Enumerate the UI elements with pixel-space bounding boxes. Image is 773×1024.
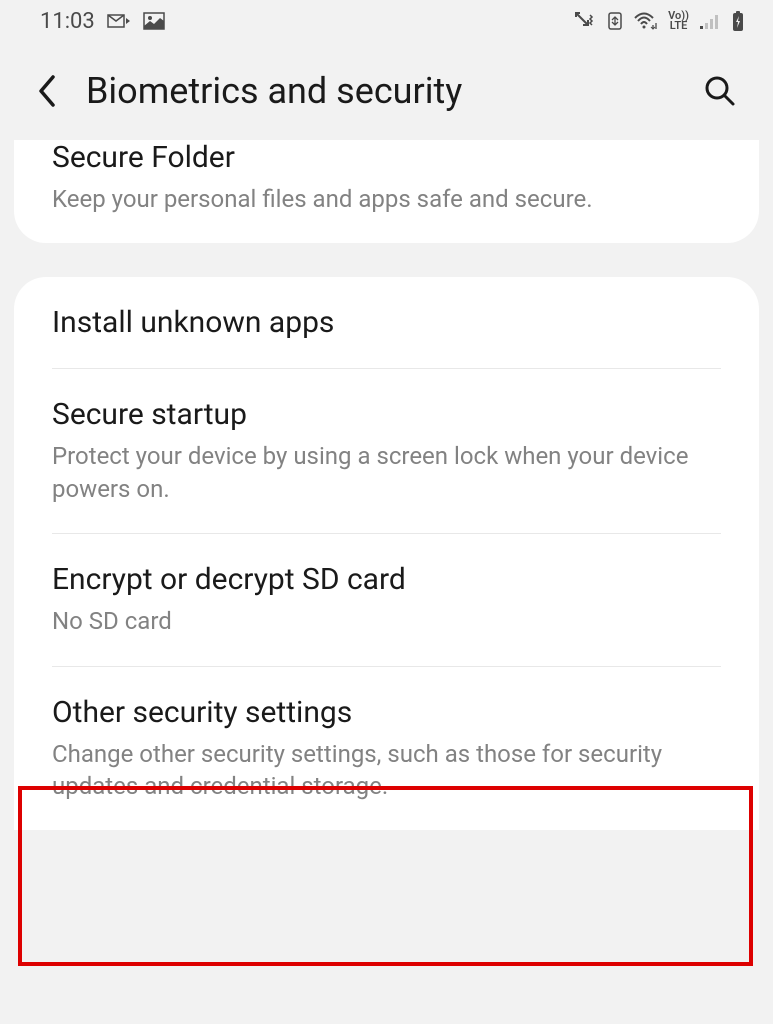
- settings-item-install-unknown[interactable]: Install unknown apps: [14, 277, 759, 368]
- item-subtitle: No SD card: [52, 605, 721, 637]
- item-title: Install unknown apps: [52, 305, 721, 340]
- item-title: Secure startup: [52, 397, 721, 432]
- mail-icon: [107, 12, 131, 30]
- status-right: Vo)) LTE: [574, 10, 745, 32]
- settings-item-secure-folder[interactable]: Secure Folder Keep your personal files a…: [14, 140, 759, 243]
- header: Biometrics and security: [0, 42, 773, 140]
- battery-charging-icon: [731, 10, 745, 32]
- status-time: 11:03: [40, 9, 95, 34]
- status-left: 11:03: [40, 9, 165, 34]
- settings-item-encrypt-sd[interactable]: Encrypt or decrypt SD card No SD card: [14, 534, 759, 665]
- settings-card-1: Secure Folder Keep your personal files a…: [14, 140, 759, 243]
- vibrate-icon: [574, 11, 596, 31]
- signal-icon: [699, 12, 721, 30]
- settings-card-2: Install unknown apps Secure startup Prot…: [14, 277, 759, 830]
- settings-item-other-security[interactable]: Other security settings Change other sec…: [14, 667, 759, 831]
- item-subtitle: Protect your device by using a screen lo…: [52, 440, 721, 505]
- item-title: Encrypt or decrypt SD card: [52, 562, 721, 597]
- wifi-icon: [634, 11, 658, 31]
- lte-icon: Vo)) LTE: [668, 11, 689, 31]
- picture-icon: [143, 12, 165, 30]
- card-spacer: [0, 243, 773, 277]
- item-title: Other security settings: [52, 695, 721, 730]
- status-bar: 11:03 Vo)) LTE: [0, 0, 773, 42]
- item-subtitle: Keep your personal files and apps safe a…: [52, 183, 721, 215]
- settings-item-secure-startup[interactable]: Secure startup Protect your device by us…: [14, 369, 759, 533]
- back-button[interactable]: [28, 73, 66, 109]
- item-subtitle: Change other security settings, such as …: [52, 738, 721, 803]
- search-icon: [703, 74, 737, 108]
- data-saver-icon: [606, 11, 624, 31]
- page-title: Biometrics and security: [86, 70, 675, 112]
- item-title: Secure Folder: [52, 140, 721, 175]
- chevron-left-icon: [36, 73, 58, 109]
- search-button[interactable]: [695, 74, 745, 108]
